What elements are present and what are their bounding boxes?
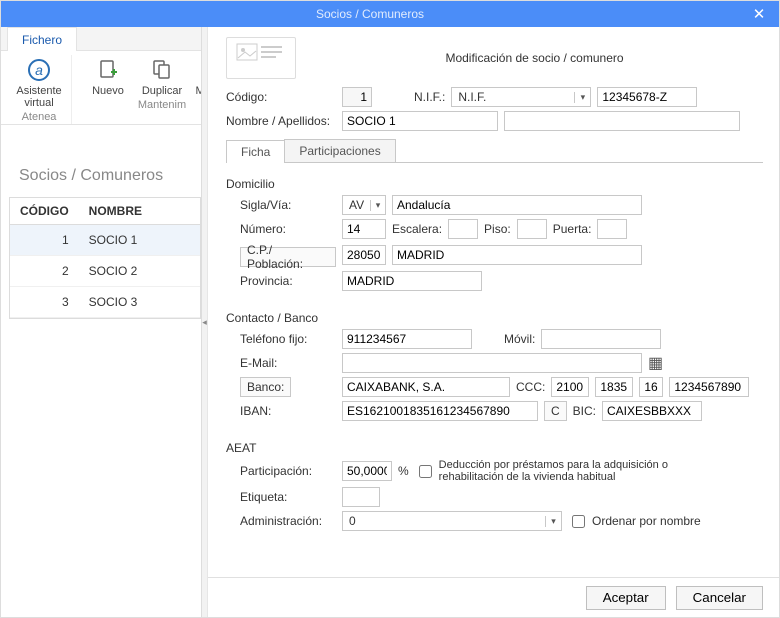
numero-input[interactable] <box>342 219 386 239</box>
new-icon <box>95 57 121 83</box>
inner-tabs: Ficha Participaciones <box>226 139 763 163</box>
codigo-input[interactable] <box>342 87 372 107</box>
deduccion-label: Deducción por préstamos para la adquisic… <box>439 459 715 483</box>
svg-text:a: a <box>35 62 43 78</box>
administracion-label: Administración: <box>226 514 336 528</box>
provincia-input[interactable] <box>342 271 482 291</box>
chevron-down-icon: ▾ <box>574 92 590 103</box>
movil-label: Móvil: <box>504 332 535 346</box>
escalera-label: Escalera: <box>392 222 442 236</box>
nuevo-button[interactable]: Nuevo <box>82 55 134 97</box>
administracion-select[interactable]: 0▾ <box>342 511 562 531</box>
etiqueta-label: Etiqueta: <box>226 490 336 504</box>
col-nombre[interactable]: NOMBRE <box>79 198 200 225</box>
ccc2-input[interactable] <box>595 377 633 397</box>
chevron-down-icon: ▾ <box>545 516 561 527</box>
poblacion-input[interactable] <box>392 245 642 265</box>
sigla-label: Sigla/Vía: <box>226 198 336 212</box>
iban-input[interactable] <box>342 401 538 421</box>
piso-input[interactable] <box>517 219 547 239</box>
qr-icon[interactable]: ▦ <box>648 353 663 373</box>
chevron-down-icon: ▾ <box>370 200 385 211</box>
tab-ficha[interactable]: Ficha <box>226 140 285 163</box>
aceptar-button[interactable]: Aceptar <box>586 586 666 610</box>
participacion-input[interactable] <box>342 461 392 481</box>
nif-input[interactable] <box>597 87 697 107</box>
via-input[interactable] <box>392 195 642 215</box>
nombre-input[interactable] <box>342 111 498 131</box>
puerta-input[interactable] <box>597 219 627 239</box>
window-titlebar: Socios / Comuneros ✕ <box>1 1 779 27</box>
nombre-label: Nombre / Apellidos: <box>226 114 336 128</box>
pct-label: % <box>398 464 409 478</box>
email-input[interactable] <box>342 353 642 373</box>
cancelar-button[interactable]: Cancelar <box>676 586 763 610</box>
table-row[interactable]: 2 SOCIO 2 <box>10 256 200 287</box>
contacto-title: Contacto / Banco <box>226 311 763 325</box>
panel-heading: Modificación de socio / comunero <box>306 51 763 65</box>
nif-label: N.I.F.: <box>414 90 445 104</box>
socios-table: CÓDIGO NOMBRE 1 SOCIO 1 2 SOCIO 2 3 SOCI… <box>9 197 201 319</box>
ccc4-input[interactable] <box>669 377 749 397</box>
iban-calc-button[interactable]: C <box>544 401 567 421</box>
col-codigo[interactable]: CÓDIGO <box>10 198 79 225</box>
ccc3-input[interactable] <box>639 377 663 397</box>
sigla-select[interactable]: AV▾ <box>342 195 386 215</box>
tab-participaciones[interactable]: Participaciones <box>284 139 395 162</box>
escalera-input[interactable] <box>448 219 478 239</box>
dialog-footer: Aceptar Cancelar <box>208 577 779 617</box>
aeat-title: AEAT <box>226 441 763 455</box>
deduccion-checkbox[interactable] <box>419 465 432 478</box>
table-row[interactable]: 3 SOCIO 3 <box>10 287 200 318</box>
thumbnail-placeholder <box>226 37 296 79</box>
email-label: E-Mail: <box>226 356 336 370</box>
table-row[interactable]: 1 SOCIO 1 <box>10 225 200 256</box>
window-title: Socios / Comuneros <box>1 7 739 21</box>
apellidos-input[interactable] <box>504 111 740 131</box>
banco-input[interactable] <box>342 377 510 397</box>
codigo-label: Código: <box>226 90 336 104</box>
duplicar-button[interactable]: Duplicar <box>136 55 188 97</box>
ordenar-checkbox[interactable] <box>572 515 585 528</box>
menu-fichero[interactable]: Fichero <box>7 27 77 51</box>
ccc-label: CCC: <box>516 380 545 394</box>
numero-label: Número: <box>226 222 336 236</box>
bic-input[interactable] <box>602 401 702 421</box>
asistente-virtual-button[interactable]: a Asistente virtual <box>13 55 65 109</box>
telefono-input[interactable] <box>342 329 472 349</box>
cp-input[interactable] <box>342 245 386 265</box>
ordenar-label: Ordenar por nombre <box>592 514 701 528</box>
cp-button[interactable]: C.P./ Población: <box>240 247 336 267</box>
movil-input[interactable] <box>541 329 661 349</box>
close-icon[interactable]: ✕ <box>739 1 779 27</box>
ribbon-group-label: Mantenim <box>138 97 186 113</box>
puerta-label: Puerta: <box>553 222 592 236</box>
etiqueta-input[interactable] <box>342 487 380 507</box>
domicilio-title: Domicilio <box>226 177 763 191</box>
provincia-label: Provincia: <box>226 274 336 288</box>
ribbon-group-label: Atenea <box>22 109 57 125</box>
telefono-label: Teléfono fijo: <box>226 332 336 346</box>
participacion-label: Participación: <box>226 464 336 478</box>
banco-button[interactable]: Banco: <box>240 377 291 397</box>
assistant-icon: a <box>26 57 52 83</box>
piso-label: Piso: <box>484 222 511 236</box>
bic-label: BIC: <box>573 404 596 418</box>
ccc1-input[interactable] <box>551 377 589 397</box>
edit-panel: ◂ Modificación de socio / comunero Códig… <box>201 27 779 617</box>
page-title: Socios / Comuneros <box>19 167 163 185</box>
iban-label: IBAN: <box>226 404 336 418</box>
nif-type-select[interactable]: N.I.F.▾ <box>451 87 591 107</box>
duplicate-icon <box>149 57 175 83</box>
